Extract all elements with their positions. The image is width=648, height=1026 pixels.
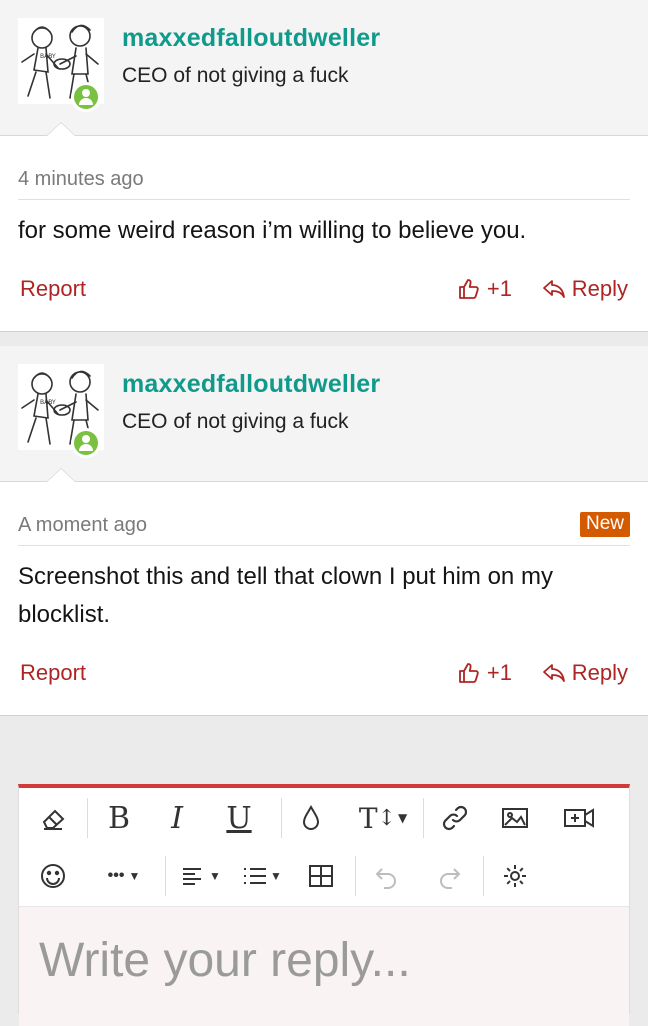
thumbs-up-icon (459, 279, 479, 299)
reply-button[interactable]: Reply (542, 276, 628, 302)
reply-arrow-icon (542, 280, 565, 298)
list-icon[interactable]: ▼ (233, 854, 289, 898)
reply-arrow-icon (542, 664, 565, 682)
bold-icon[interactable]: B (97, 796, 141, 840)
text-size-arrows: ↕ (377, 805, 396, 831)
reply-editor: B I U T ↕ ▼ ••• ▼ ▼ ▼ Write your reply..… (18, 784, 630, 1026)
reply-placeholder: Write your reply... (39, 934, 411, 987)
report-link[interactable]: Report (20, 660, 86, 686)
svg-text:BABY: BABY (40, 53, 56, 60)
italic-icon[interactable]: I (155, 796, 199, 840)
dropdown-caret-icon: ▼ (270, 869, 282, 883)
settings-icon[interactable] (493, 854, 537, 898)
username-link[interactable]: maxxedfalloutdweller (122, 370, 380, 399)
text-size-glyph: T (358, 801, 378, 835)
dropdown-caret-icon: ▼ (209, 869, 221, 883)
user-title: CEO of not giving a fuck (122, 64, 349, 87)
online-status-icon (71, 82, 101, 112)
like-button[interactable]: +1 (457, 660, 512, 686)
smiley-icon[interactable] (31, 854, 75, 898)
undo-icon[interactable] (365, 854, 409, 898)
svg-text:BABY: BABY (40, 399, 56, 406)
post-body: A moment ago New Screenshot this and tel… (0, 482, 648, 716)
post-timestamp[interactable]: A moment ago (18, 514, 147, 537)
toolbar-divider (483, 856, 484, 896)
reply-label: Reply (571, 276, 628, 301)
more-glyph: ••• (107, 867, 125, 884)
editor-toolbar-row-2: ••• ▼ ▼ ▼ (19, 854, 629, 912)
reply-label: Reply (571, 660, 628, 685)
post-message: for some weird reason i’m willing to bel… (18, 217, 527, 244)
link-icon[interactable] (433, 796, 477, 840)
image-icon[interactable] (493, 796, 537, 840)
like-count: +1 (486, 660, 512, 685)
thumbs-up-icon (459, 663, 479, 683)
post-timestamp[interactable]: 4 minutes ago (18, 168, 144, 191)
align-icon[interactable]: ▼ (173, 854, 227, 898)
text-size-icon[interactable]: T ↕ ▼ (349, 796, 417, 840)
toolbar-divider (355, 856, 356, 896)
eraser-icon[interactable] (31, 796, 75, 840)
new-badge: New (579, 512, 630, 537)
online-status-icon (71, 428, 101, 458)
post-meta: 4 minutes ago (18, 146, 630, 200)
color-drop-icon[interactable] (289, 796, 333, 840)
post-message: Screenshot this and tell that clown I pu… (18, 563, 553, 628)
post-body: 4 minutes ago for some weird reason i’m … (0, 136, 648, 332)
header-pointer (46, 468, 76, 482)
redo-icon[interactable] (427, 854, 471, 898)
toolbar-divider (87, 798, 88, 838)
underline-icon[interactable]: U (217, 796, 261, 840)
username-link[interactable]: maxxedfalloutdweller (122, 24, 380, 53)
toolbar-divider (281, 798, 282, 838)
post-actions: Report +1 Reply (18, 276, 630, 308)
header-pointer (46, 122, 76, 136)
post-header: BABY maxxedfalloutdweller CEO of not giv… (0, 0, 648, 136)
toolbar-divider (423, 798, 424, 838)
table-icon[interactable] (299, 854, 343, 898)
post-actions: Report +1 Reply (18, 660, 630, 692)
dropdown-caret-icon: ▼ (397, 811, 408, 825)
like-button[interactable]: +1 (457, 276, 512, 302)
editor-toolbar-row-1: B I U T ↕ ▼ (19, 796, 629, 854)
reply-button[interactable]: Reply (542, 660, 628, 686)
report-link[interactable]: Report (20, 276, 86, 302)
toolbar-divider (165, 856, 166, 896)
video-icon[interactable] (555, 796, 603, 840)
more-icon[interactable]: ••• ▼ (91, 854, 157, 898)
post-meta: A moment ago New (18, 492, 630, 546)
user-title: CEO of not giving a fuck (122, 410, 349, 433)
dropdown-caret-icon: ▼ (128, 869, 141, 883)
reply-textarea[interactable]: Write your reply... (19, 906, 629, 1026)
post-header: BABY maxxedfalloutdweller CEO of not giv… (0, 346, 648, 482)
like-count: +1 (486, 276, 512, 301)
